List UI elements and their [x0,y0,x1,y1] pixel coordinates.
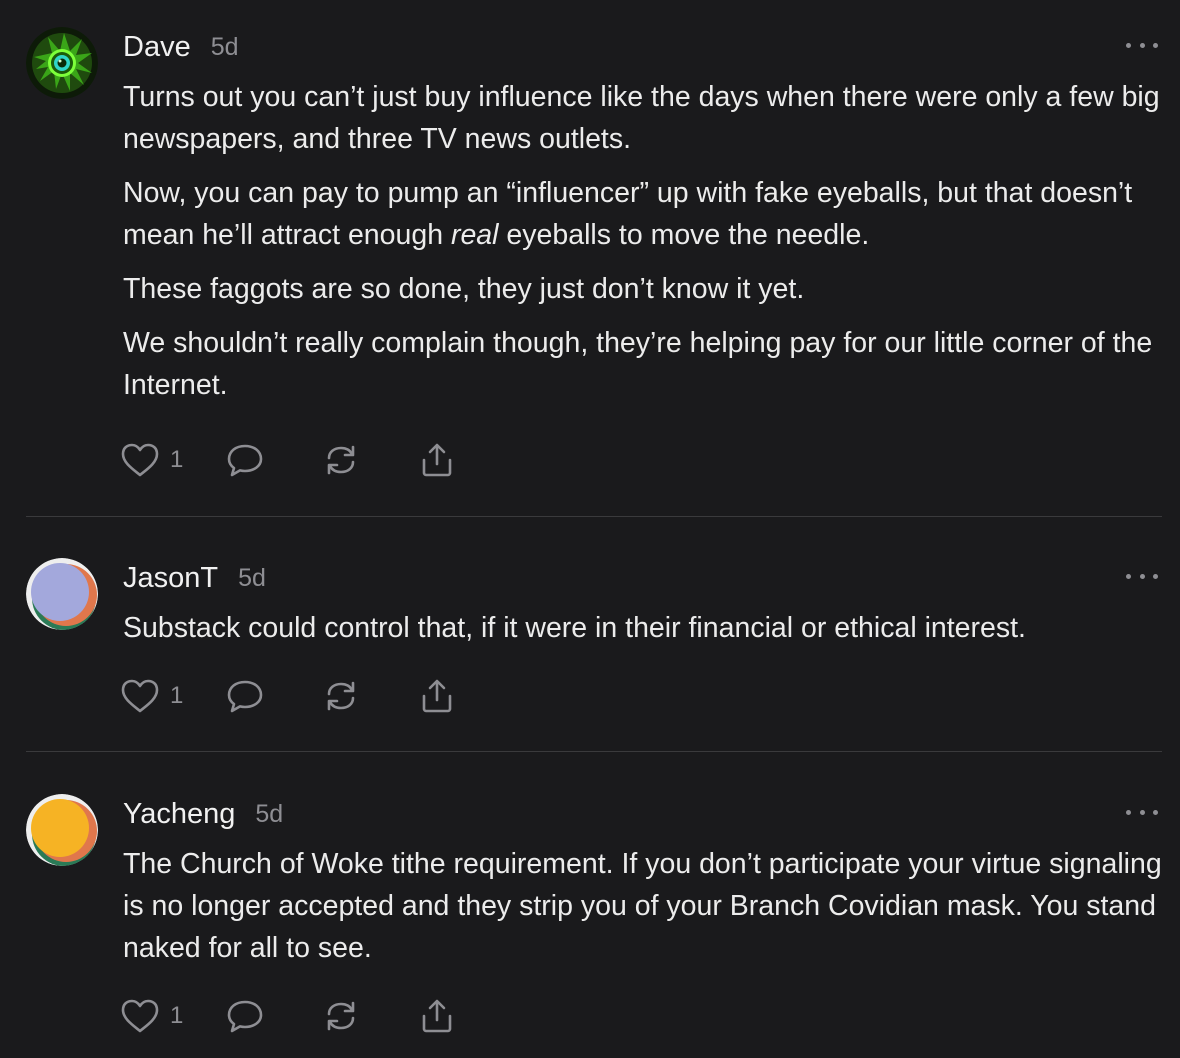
author-name[interactable]: Dave [123,31,191,64]
share-button[interactable] [417,998,457,1034]
like-button[interactable]: 1 [120,678,183,714]
reply-button[interactable] [225,442,265,478]
comment-header: Dave 5d [123,27,239,67]
green-eye-avatar-icon [26,27,98,99]
share-icon [423,443,452,477]
share-button[interactable] [417,442,457,478]
heart-icon [121,443,159,477]
comment-actions: 1 [120,676,457,716]
comment-body: Substack could control that, if it were … [123,607,1163,661]
restack-button[interactable] [321,998,361,1034]
comment-paragraph: These faggots are so done, they just don… [123,273,805,305]
heart-icon [121,679,159,713]
timestamp[interactable]: 5d [211,33,239,62]
divider [26,516,1162,517]
more-dots-icon[interactable] [1126,802,1158,822]
restack-icon [328,445,355,475]
comment-actions: 1 [120,996,457,1036]
comment-paragraph: We shouldn’t really complain though, the… [123,327,1153,401]
share-icon [423,999,452,1033]
like-count: 1 [170,446,184,473]
avatar[interactable] [26,27,98,99]
comment-header: Yacheng 5d [123,794,283,834]
avatar[interactable] [26,794,98,866]
more-dots-icon[interactable] [1126,35,1158,55]
share-button[interactable] [417,678,457,714]
author-name[interactable]: JasonT [123,562,218,595]
timestamp[interactable]: 5d [255,800,283,829]
comment-paragraph: Now, you can pay to pump an “influencer”… [123,177,1133,251]
timestamp[interactable]: 5d [238,564,266,593]
comment-feed: Dave 5d Turns out you can’t just buy inf… [0,0,1180,1058]
restack-button[interactable] [321,678,361,714]
speech-bubble-icon [228,680,263,713]
speech-bubble-icon [228,444,263,477]
like-count: 1 [170,1002,184,1029]
more-dots-icon[interactable] [1126,566,1158,586]
like-button[interactable]: 1 [120,998,183,1034]
gradient-circle-avatar-icon [26,558,98,630]
comment-header: JasonT 5d [123,558,266,598]
reply-button[interactable] [225,678,265,714]
restack-button[interactable] [321,442,361,478]
restack-icon [328,681,355,711]
reply-button[interactable] [225,998,265,1034]
divider [26,751,1162,752]
comment-paragraph: Substack could control that, if it were … [123,612,1026,644]
comment-paragraph: Turns out you can’t just buy influence l… [123,81,1160,155]
gradient-circle-avatar-icon [26,794,98,866]
heart-icon [121,999,159,1033]
restack-icon [328,1001,355,1031]
speech-bubble-icon [228,1000,263,1033]
comment-body: Turns out you can’t just buy influence l… [123,76,1163,418]
share-icon [423,679,452,713]
comment-actions: 1 [120,440,457,480]
avatar[interactable] [26,558,98,630]
like-count: 1 [170,682,184,709]
author-name[interactable]: Yacheng [123,798,235,831]
comment-body: The Church of Woke tithe requirement. If… [123,843,1163,981]
comment-paragraph: The Church of Woke tithe requirement. If… [123,848,1162,964]
like-button[interactable]: 1 [120,442,183,478]
